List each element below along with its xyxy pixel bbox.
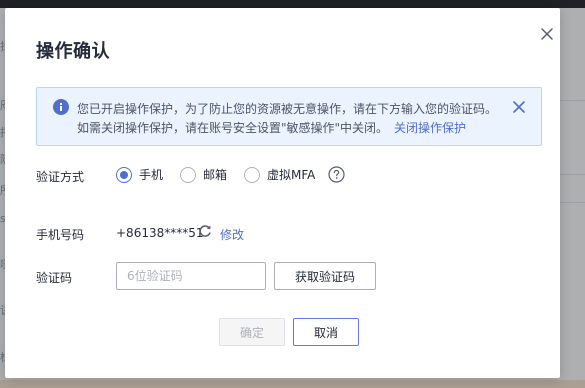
get-code-button[interactable]: 获取验证码 <box>274 262 376 290</box>
cancel-button[interactable]: 取消 <box>293 318 359 346</box>
disable-protection-link[interactable]: 关闭操作保护 <box>394 121 466 135</box>
radio-button-checked[interactable] <box>116 166 132 183</box>
alert-message-line2: 如需关闭操作保护，请在账号安全设置"敏感操作"中关闭。 关闭操作保护 <box>77 119 466 136</box>
close-icon[interactable] <box>538 25 556 43</box>
phone-number-value: +86138****51 <box>116 226 204 240</box>
radio-label: 虚拟MFA <box>267 168 316 182</box>
radio-label: 手机 <box>139 168 164 182</box>
close-icon[interactable] <box>512 100 526 114</box>
info-icon <box>53 99 69 115</box>
alert-message-text: 如需关闭操作保护，请在账号安全设置"敏感操作"中关闭。 <box>77 121 389 135</box>
alert-message-line1: 您已开启操作保护，为了防止您的资源被无意操作，请在下方输入您的验证码。 <box>77 102 498 116</box>
refresh-icon[interactable] <box>198 224 212 238</box>
operation-confirm-dialog: 操作确认 您已开启操作保护，为了防止您的资源被无意操作，请在下方输入您的验证码。… <box>5 8 560 378</box>
background-divider <box>560 174 585 175</box>
background-divider <box>560 202 585 203</box>
background-bottom-strip <box>0 380 585 388</box>
confirm-button[interactable]: 确定 <box>219 318 285 346</box>
radio-email[interactable]: 邮箱 <box>180 166 227 183</box>
question-circle-icon[interactable] <box>328 166 345 183</box>
radio-button[interactable] <box>244 166 260 183</box>
radio-label: 邮箱 <box>203 168 228 182</box>
modify-phone-link[interactable]: 修改 <box>220 226 244 243</box>
radio-button[interactable] <box>180 166 196 183</box>
verification-code-input[interactable] <box>116 262 266 290</box>
dialog-title: 操作确认 <box>36 41 110 62</box>
protection-alert: 您已开启操作保护，为了防止您的资源被无意操作，请在下方输入您的验证码。 如需关闭… <box>36 87 542 146</box>
radio-phone[interactable]: 手机 <box>116 166 163 183</box>
background-divider <box>560 100 585 101</box>
verification-code-label: 验证码 <box>36 271 73 285</box>
radio-virtual-mfa[interactable]: 虚拟MFA <box>244 166 315 183</box>
verify-method-label: 验证方式 <box>36 170 85 184</box>
background-top-bar <box>0 0 585 8</box>
phone-number-label: 手机号码 <box>36 228 85 242</box>
